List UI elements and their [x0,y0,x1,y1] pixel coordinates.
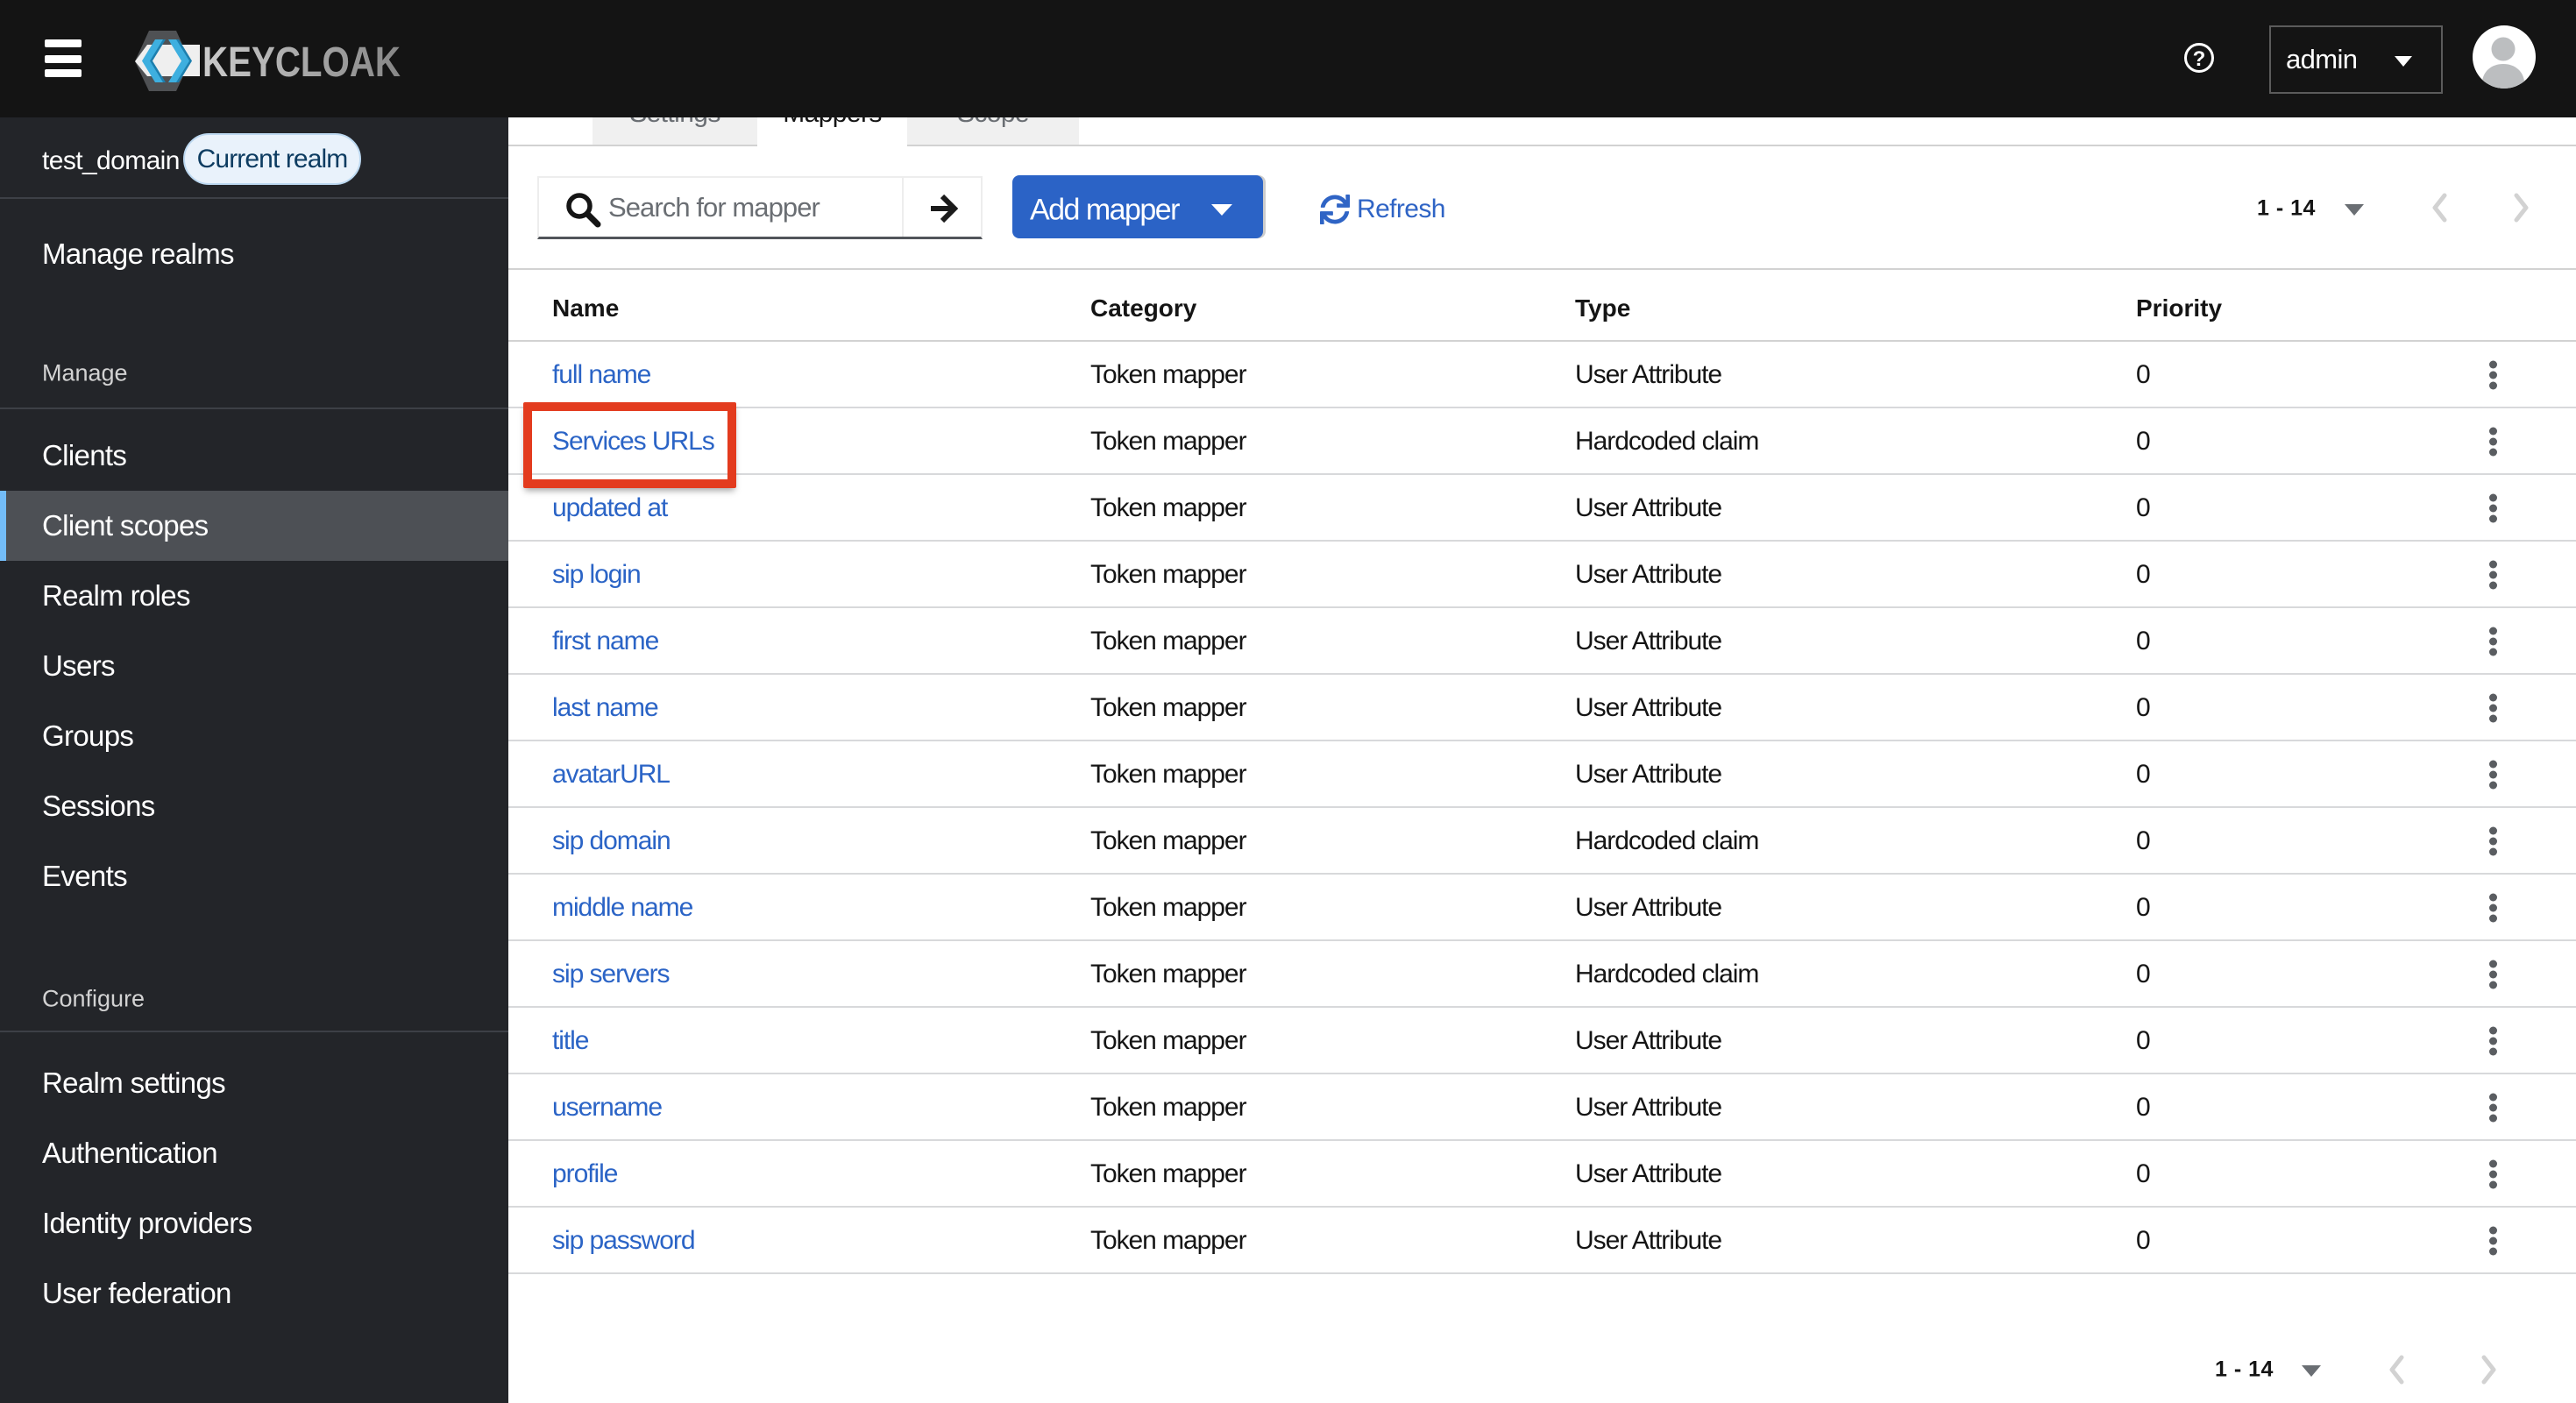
svg-text:?: ? [2193,47,2206,71]
svg-text:KEYCLOAK: KEYCLOAK [202,39,401,86]
